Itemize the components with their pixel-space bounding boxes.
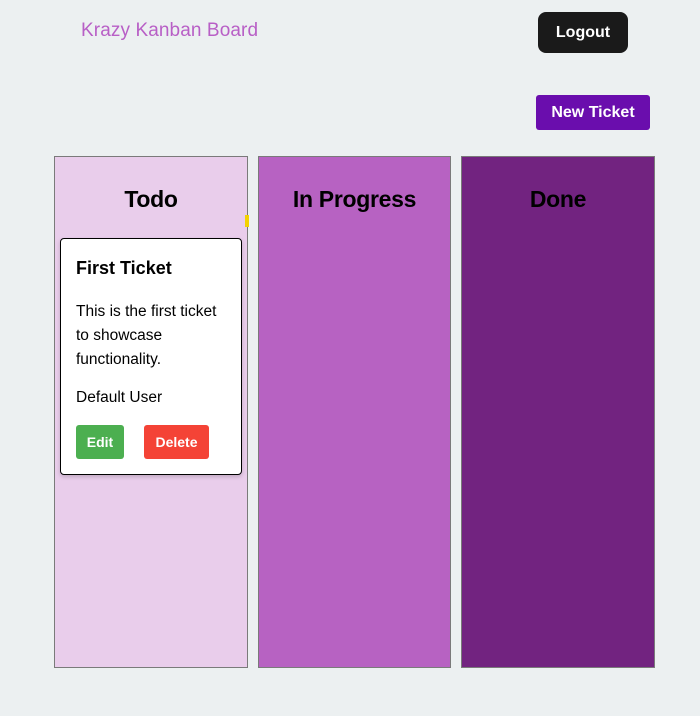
column-in-progress: In Progress	[258, 156, 451, 668]
ticket-card[interactable]: First Ticket This is the first ticket to…	[60, 238, 242, 475]
column-title-done: Done	[529, 186, 587, 212]
column-title-in-progress: In Progress	[292, 186, 417, 212]
column-title-todo: Todo	[124, 186, 178, 212]
delete-ticket-button[interactable]: Delete	[144, 425, 209, 459]
column-done: Done	[461, 156, 655, 668]
ticket-title: First Ticket	[76, 258, 172, 278]
ticket-description: This is the first ticket to showcase fun…	[76, 303, 217, 368]
new-ticket-button[interactable]: New Ticket	[536, 95, 650, 130]
kanban-page: Krazy Kanban Board Logout New Ticket Tod…	[0, 0, 700, 716]
drag-indicator	[245, 215, 249, 227]
logout-button[interactable]: Logout	[538, 12, 628, 53]
ticket-assignee: Default User	[76, 389, 163, 406]
brand-link[interactable]: Krazy Kanban Board	[81, 20, 258, 42]
edit-ticket-button[interactable]: Edit	[76, 425, 124, 459]
